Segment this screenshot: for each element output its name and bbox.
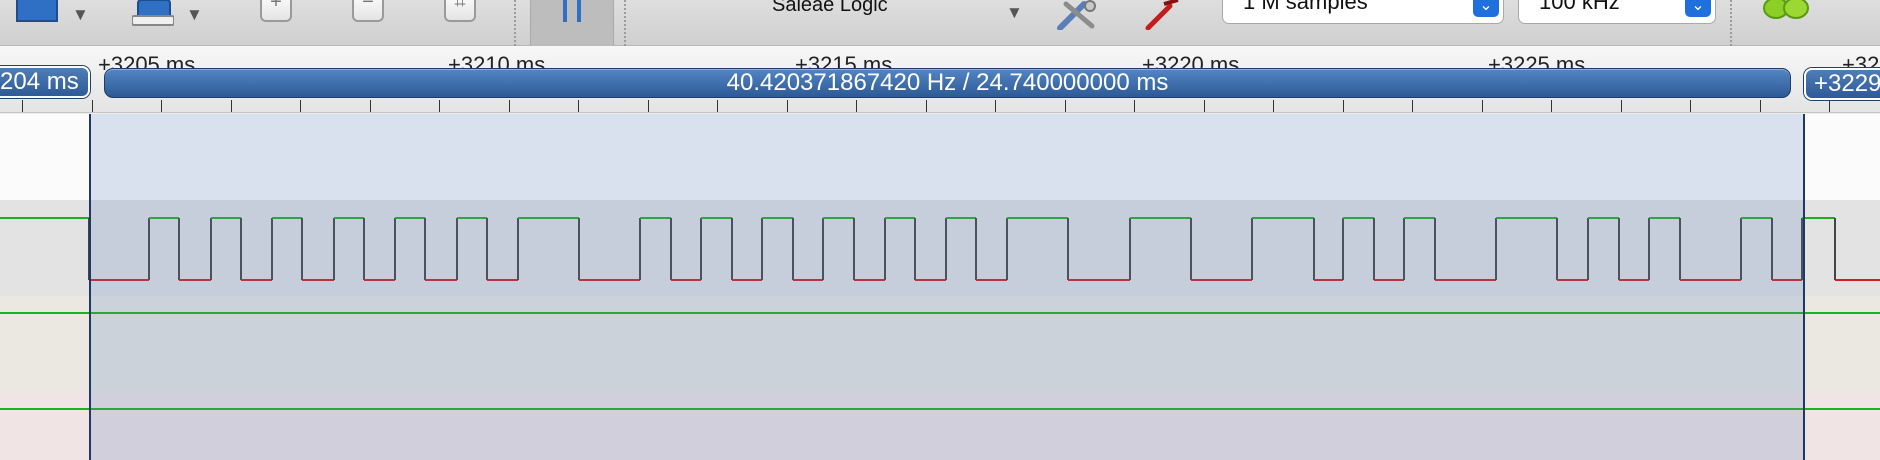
ruler-tick (1204, 100, 1205, 112)
zoom-in-button[interactable]: + (260, 0, 292, 22)
ruler-tick (1482, 100, 1483, 112)
toolbar-separator (1730, 0, 1732, 46)
measurement-readout: 40.420371867420 Hz / 24.740000000 ms (726, 69, 1169, 96)
ruler-tick (1134, 100, 1135, 112)
ruler-tick (1829, 100, 1830, 112)
sample-rate-select[interactable]: 100 kHz ⌄ (1518, 0, 1716, 24)
ruler-tick (231, 100, 232, 112)
save-dropdown-arrow-icon[interactable]: ▼ (186, 6, 203, 23)
device-dropdown-arrow-icon[interactable]: ▼ (1006, 4, 1023, 21)
start-icon (1763, 0, 1809, 19)
ruler-tick (578, 100, 579, 112)
toolbar: ▼ ▼ + − ⌗ Saleae Logic ▼ 1 M samples ⌄ 1… (0, 0, 1880, 46)
open-dropdown-arrow-icon[interactable]: ▼ (72, 6, 89, 23)
open-capture-button[interactable] (16, 0, 58, 22)
ruler-tick (22, 100, 23, 112)
left-cursor-marker[interactable]: 204 ms (0, 66, 90, 98)
ruler-tick (1065, 100, 1066, 112)
wrench-screwdriver-icon (1057, 0, 1096, 31)
ruler-tick (1551, 100, 1552, 112)
fit-icon: ⌗ (454, 0, 466, 13)
ruler-tick (1412, 100, 1413, 112)
timeline-ruler[interactable]: +3205 ms +3210 ms +3215 ms +3220 ms +322… (0, 46, 1880, 113)
zoom-out-button[interactable]: − (352, 0, 384, 22)
ruler-tick (787, 100, 788, 112)
toolbar-separator (624, 0, 626, 46)
ruler-tick (161, 100, 162, 112)
ruler-tick (1343, 100, 1344, 112)
ruler-tick (92, 100, 93, 112)
ruler-tick (509, 100, 510, 112)
ruler-tick (926, 100, 927, 112)
chevron-down-icon: ⌄ (1685, 0, 1711, 17)
ruler-tick (648, 100, 649, 112)
trigger-button[interactable] (1142, 0, 1184, 31)
sample-rate-value: 100 kHz (1539, 0, 1620, 14)
ruler-tick (995, 100, 996, 112)
ruler-tick (717, 100, 718, 112)
zoom-fit-button[interactable]: ⌗ (444, 0, 476, 22)
device-name-label: Saleae Logic (772, 0, 888, 16)
timing-markers-icon (563, 0, 581, 22)
samples-value: 1 M samples (1243, 0, 1368, 14)
minus-icon: − (362, 0, 374, 13)
options-button[interactable] (1054, 0, 1098, 31)
start-capture-button[interactable] (1762, 0, 1814, 22)
ruler-tick (1760, 100, 1761, 112)
right-cursor-marker[interactable]: +3229 (1804, 68, 1880, 100)
ruler-tick (1273, 100, 1274, 112)
ruler-tick (856, 100, 857, 112)
left-cursor-time: 204 ms (0, 68, 79, 95)
samples-select[interactable]: 1 M samples ⌄ (1222, 0, 1504, 24)
cursor-tool-button[interactable] (530, 0, 614, 46)
measurement-selection[interactable] (89, 114, 1805, 460)
ruler-tick (370, 100, 371, 112)
download-icon (131, 0, 175, 26)
ruler-tick (1690, 100, 1691, 112)
chevron-down-icon: ⌄ (1473, 0, 1499, 17)
ruler-tick (1621, 100, 1622, 112)
ruler-tick (439, 100, 440, 112)
probe-icon (1145, 0, 1179, 31)
plus-icon: + (270, 0, 282, 13)
toolbar-separator (514, 0, 516, 46)
ruler-tick (300, 100, 301, 112)
right-cursor-time: +3229 (1814, 70, 1880, 97)
save-capture-button[interactable] (131, 0, 175, 26)
waveform-area[interactable] (0, 114, 1880, 460)
measurement-bar[interactable]: 40.420371867420 Hz / 24.740000000 ms (104, 68, 1791, 98)
